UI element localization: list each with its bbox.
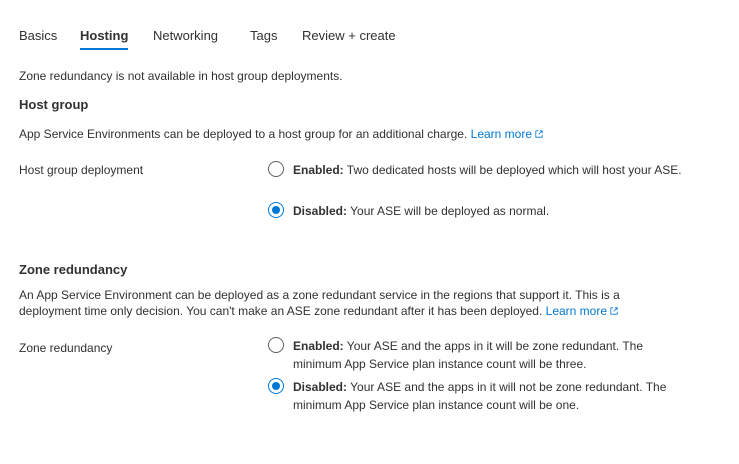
option-description: Two dedicated hosts will be deployed whi…: [346, 163, 682, 177]
tab-hosting[interactable]: Hosting: [80, 28, 129, 50]
option-label: Disabled:: [293, 380, 348, 394]
option-description: Your ASE will be deployed as normal.: [350, 204, 550, 218]
learn-more-label: Learn more: [470, 127, 533, 141]
zone-redundancy-notice: Zone redundancy is not available in host…: [19, 69, 343, 83]
tab-networking[interactable]: Networking: [153, 28, 218, 43]
zone-redundancy-description-text: deployment time only decision. You can't…: [19, 304, 543, 318]
option-label: Enabled:: [293, 339, 344, 353]
zone-redundancy-description-line2: deployment time only decision. You can't…: [19, 304, 618, 318]
radio-button-checked[interactable]: [268, 202, 284, 218]
option-text: Disabled: Your ASE will be deployed as n…: [293, 202, 693, 220]
option-description: Your ASE and the apps in it will be zone…: [293, 339, 644, 371]
tab-tags[interactable]: Tags: [250, 28, 277, 43]
external-link-icon: [535, 130, 543, 138]
host-group-description: App Service Environments can be deployed…: [19, 127, 543, 141]
option-label: Enabled:: [293, 163, 344, 177]
option-label: Disabled:: [293, 204, 348, 218]
zone-redundancy-field-label: Zone redundancy: [19, 341, 113, 355]
option-text: Enabled: Your ASE and the apps in it wil…: [293, 337, 693, 373]
learn-more-label: Learn more: [545, 304, 608, 318]
radio-button[interactable]: [268, 161, 284, 177]
host-group-deployment-label: Host group deployment: [19, 163, 144, 177]
radio-button-checked[interactable]: [268, 378, 284, 394]
host-group-heading: Host group: [19, 97, 89, 112]
external-link-icon: [610, 307, 618, 315]
radio-button[interactable]: [268, 337, 284, 353]
tab-hosting-label: Hosting: [80, 28, 129, 43]
option-text: Enabled: Two dedicated hosts will be dep…: [293, 161, 693, 179]
zone-redundancy-learn-more-link[interactable]: Learn more: [546, 304, 618, 318]
host-group-description-text: App Service Environments can be deployed…: [19, 127, 468, 141]
option-description: Your ASE and the apps in it will not be …: [293, 380, 667, 412]
host-group-learn-more-link[interactable]: Learn more: [471, 127, 543, 141]
option-text: Disabled: Your ASE and the apps in it wi…: [293, 378, 693, 414]
zone-redundancy-description-line1: An App Service Environment can be deploy…: [19, 288, 620, 302]
zone-redundancy-heading: Zone redundancy: [19, 262, 128, 277]
tab-review-create[interactable]: Review + create: [302, 28, 396, 43]
active-tab-indicator: [80, 48, 129, 50]
tab-basics[interactable]: Basics: [19, 28, 57, 43]
